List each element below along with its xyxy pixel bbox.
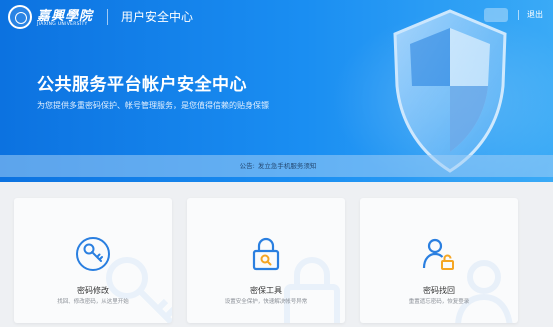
- card-description: 找回、修改密码，从这里开始: [57, 299, 129, 305]
- lock-search-icon: [252, 237, 280, 271]
- card-password-recovery[interactable]: 密码找回 重置遗忘密码，恢复登录: [360, 198, 518, 323]
- logo-divider: [107, 9, 108, 25]
- logo-subtext: JIAXING UNIVERSITY: [37, 22, 88, 27]
- service-cards: 密码修改 找回、修改密码，从这里开始 密保工具 设置安全保护，快速解决帐号异常 …: [0, 182, 553, 327]
- app-title: 用户安全中心: [121, 10, 194, 24]
- hero-subtitle: 为您提供多重密码保护、帐号管理服务，是您值得信赖的贴身保镖: [37, 101, 269, 110]
- card-title: 密码修改: [77, 286, 109, 295]
- card-description: 重置遗忘密码，恢复登录: [408, 299, 470, 305]
- card-title: 密保工具: [250, 286, 282, 295]
- card-password-change[interactable]: 密码修改 找回、修改密码，从这里开始: [14, 198, 172, 323]
- card-title: 密码找回: [423, 286, 455, 295]
- top-bar: 嘉興學院 JIAXING UNIVERSITY 用户安全中心 退出: [0, 0, 553, 34]
- logout-link[interactable]: 退出: [527, 9, 543, 20]
- notice-label: 公告:: [239, 162, 255, 170]
- hero-title: 公共服务平台帐户安全中心: [37, 75, 247, 95]
- university-logo-icon: [8, 5, 32, 29]
- key-icon: [76, 237, 110, 271]
- hero-banner: 嘉興學院 JIAXING UNIVERSITY 用户安全中心 退出 公共服务平台…: [0, 0, 553, 182]
- notice-link[interactable]: 发立急手机服务须知: [258, 162, 317, 170]
- user-avatar[interactable]: [484, 8, 508, 22]
- card-security-tools[interactable]: 密保工具 设置安全保护，快速解决帐号异常: [187, 198, 345, 323]
- card-description: 设置安全保护，快速解决帐号异常: [224, 299, 308, 305]
- topbar-separator: [518, 10, 519, 20]
- notice-bar: 公告: 发立急手机服务须知: [0, 155, 553, 177]
- user-unlock-icon: [422, 238, 454, 270]
